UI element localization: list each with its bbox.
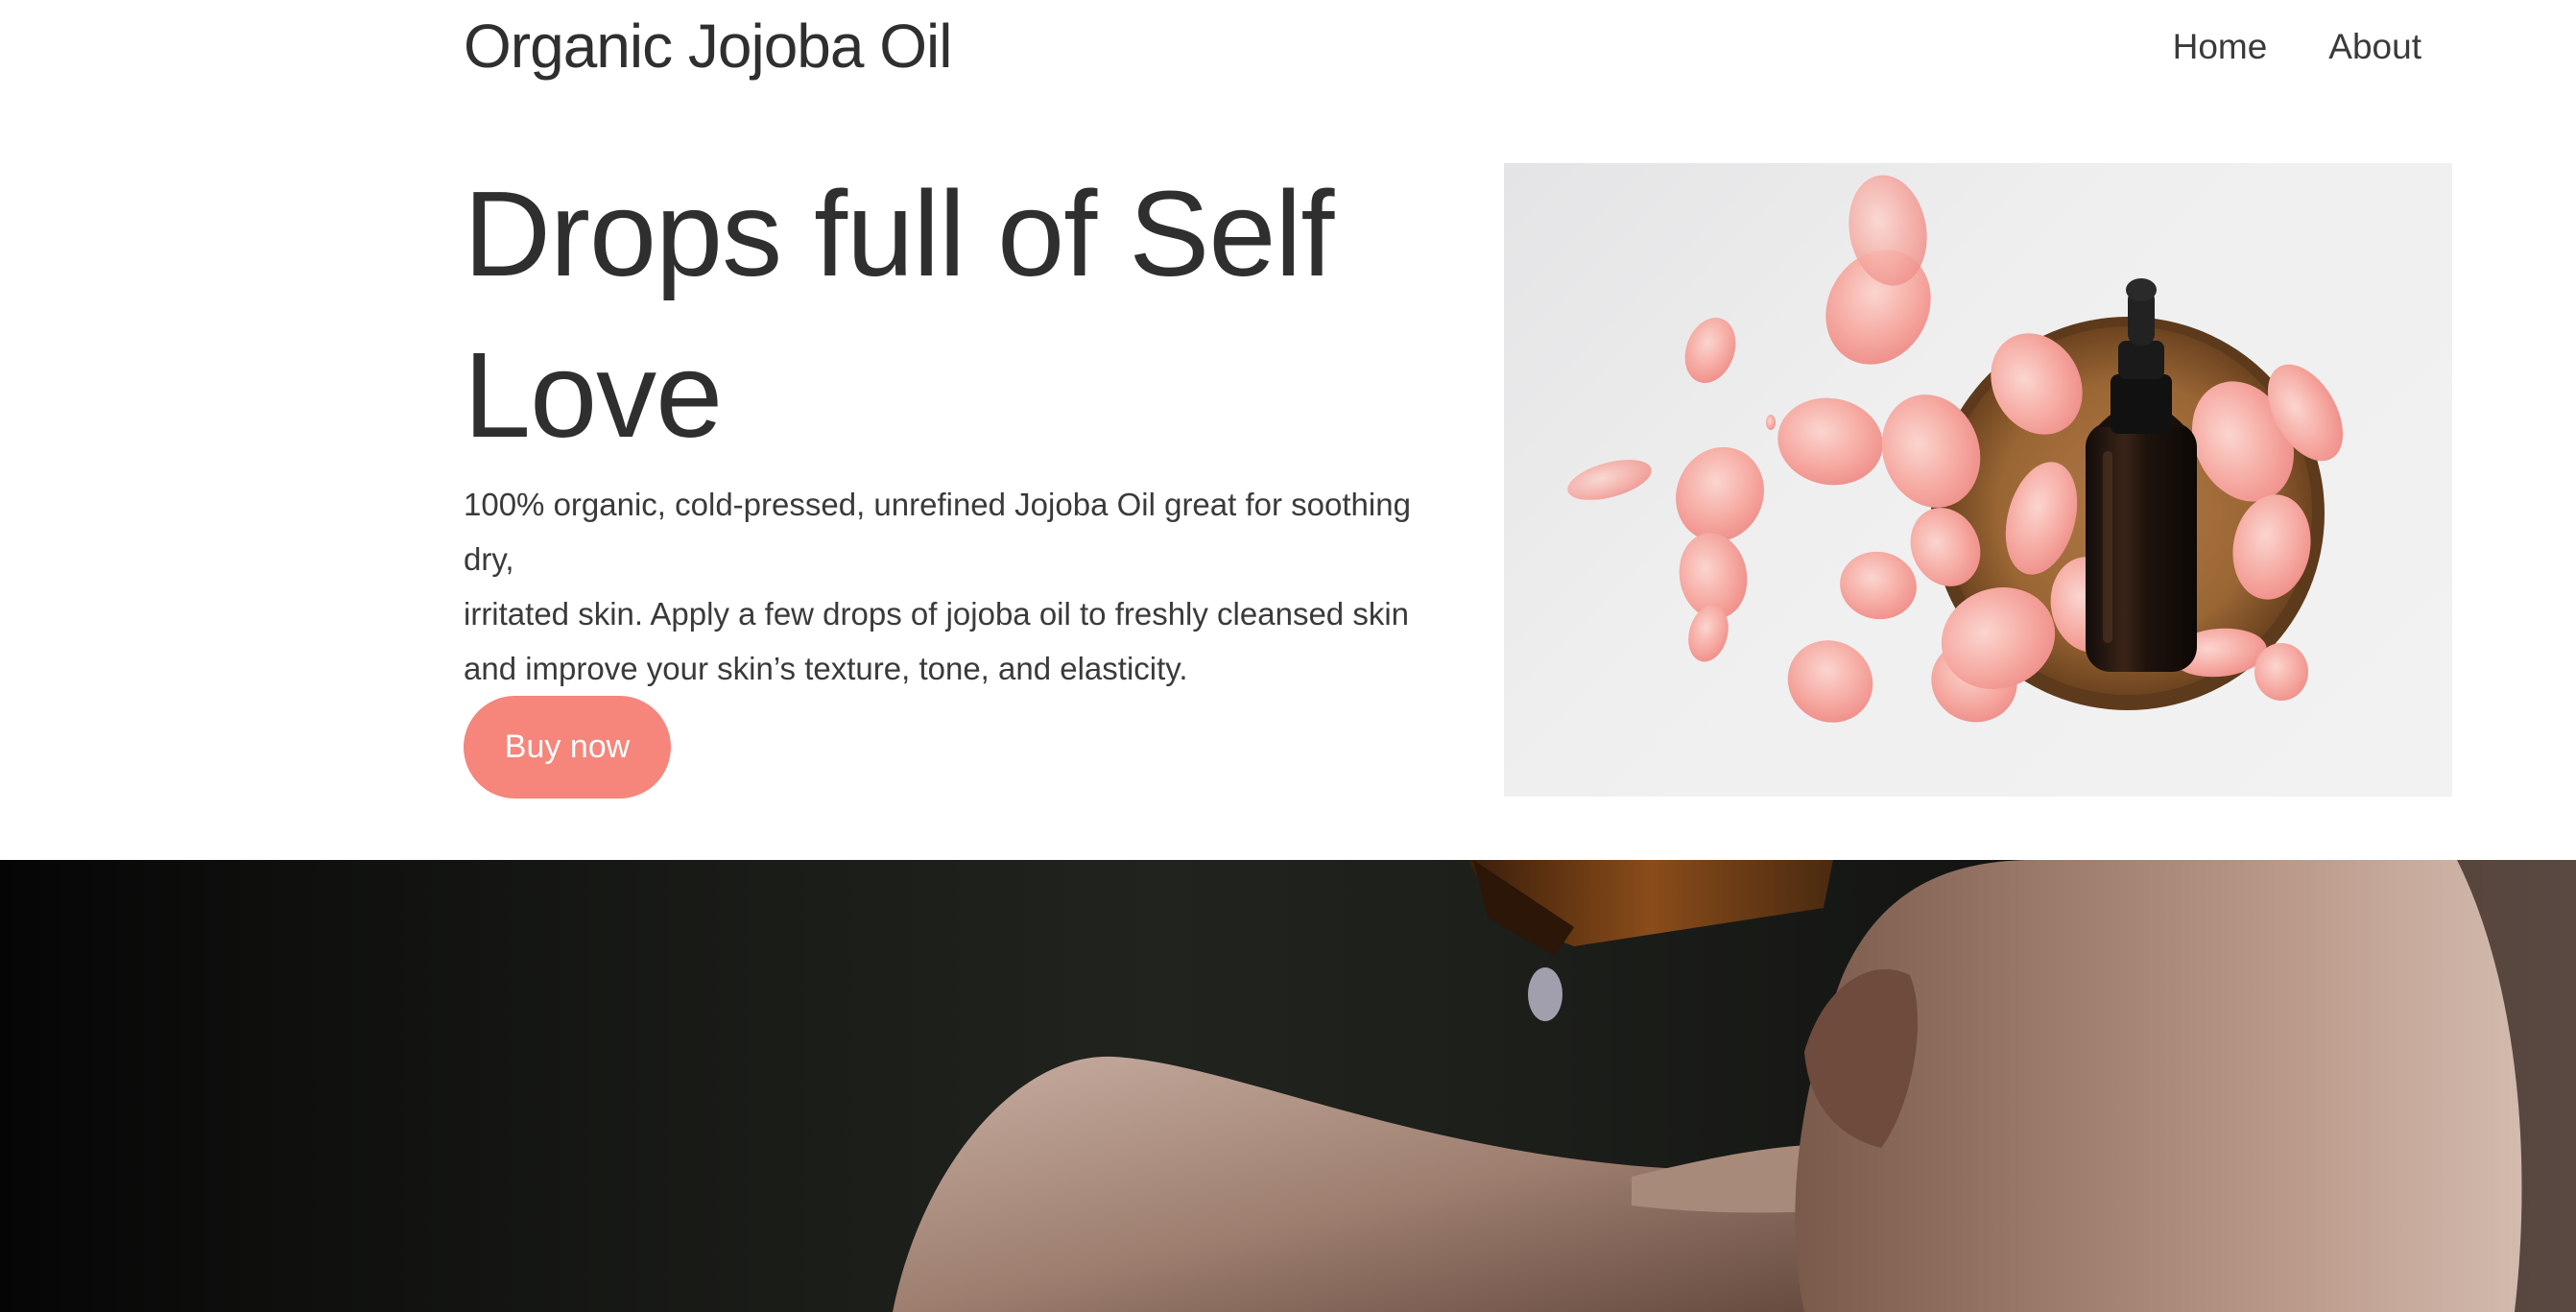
hero-description-line-2: irritated skin. Apply a few drops of joj… (464, 596, 1410, 632)
site-title[interactable]: Organic Jojoba Oil (464, 6, 952, 86)
hero-description-line-1: 100% organic, cold-pressed, unrefined Jo… (464, 487, 1411, 577)
site-header: Organic Jojoba Oil Home About (0, 0, 2576, 96)
holding-hand (1795, 860, 2576, 1312)
hero-heading-line-1: Drops full of Self (464, 166, 1334, 301)
banner-illustration (893, 860, 2576, 1312)
nav-home-link[interactable]: Home (2173, 21, 2268, 73)
hands-oil-banner (0, 860, 2576, 1312)
nav-about-link[interactable]: About (2328, 21, 2421, 73)
hero-description-line-3: and improve your skin’s texture, tone, a… (464, 651, 1188, 686)
main-nav: Home About (2173, 21, 2421, 73)
product-image (1504, 163, 2452, 797)
hero-heading-line-2: Love (464, 327, 723, 463)
buy-now-button[interactable]: Buy now (464, 696, 671, 799)
product-illustration (1567, 175, 2344, 723)
oil-drop (1528, 967, 1562, 1021)
hero-description: 100% organic, cold-pressed, unrefined Jo… (464, 477, 1433, 696)
hero-heading: Drops full of Self Love (464, 154, 1423, 476)
page: Organic Jojoba Oil Home About Drops full… (0, 0, 2576, 1312)
rose-petals (1567, 175, 2344, 723)
